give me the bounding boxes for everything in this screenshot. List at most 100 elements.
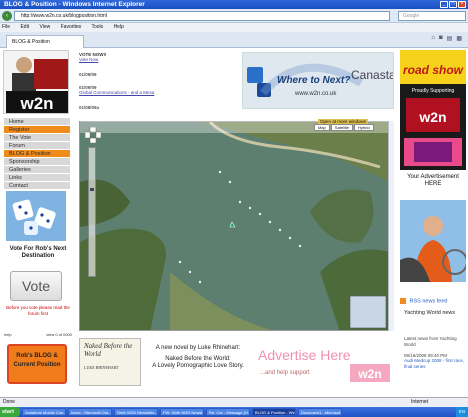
nav-register[interactable]: Register — [4, 126, 70, 134]
nav-the-vote[interactable]: The Vote — [4, 134, 70, 142]
close-icon[interactable]: × — [458, 1, 466, 8]
nav-sponsorship[interactable]: Sponsorship — [4, 158, 70, 166]
advertise-here-banner[interactable]: Advertise Here ...and help support w2n — [252, 340, 392, 386]
roadshow-logo: w2n — [418, 109, 446, 125]
banner-brand: Canasta — [351, 68, 394, 82]
roadshow-sub: Proudly Supporting — [412, 88, 455, 94]
nav-contact[interactable]: Contact — [4, 182, 70, 190]
taskbar-item[interactable]: Inbox - Microsoft Out... — [68, 408, 112, 416]
blog-position-button[interactable]: Rob's BLOG & Current Position — [7, 344, 67, 384]
help-link[interactable]: help — [4, 332, 12, 337]
print-icon[interactable]: ▤ — [447, 35, 453, 42]
feed-icon[interactable]: ◙ — [439, 35, 443, 42]
system-tray[interactable]: EN — [455, 407, 468, 417]
taskbar: start Vodafone Mobile Con... Inbox - Mic… — [0, 407, 468, 417]
vote-note: Before you vote please read the forum fi… — [6, 305, 70, 316]
menu-file[interactable]: File — [2, 24, 10, 30]
tab-label: BLOG & Position — [12, 39, 50, 45]
entry-date: 01/08/09a — [79, 105, 100, 110]
dice-image — [6, 191, 66, 241]
maximize-icon[interactable]: □ — [449, 1, 457, 8]
map-type-selector: Map Satellite Hybrid — [314, 124, 374, 131]
roadshow-banner[interactable]: road show Proudly Supporting w2n — [400, 50, 466, 170]
nav-forum[interactable]: Forum — [4, 142, 70, 150]
where-to-next-banner[interactable]: Where to Next? www.w2n.co.uk Canasta — [242, 52, 394, 109]
minimize-icon[interactable]: _ — [440, 1, 448, 8]
nav-links[interactable]: Links — [4, 174, 70, 182]
map-pan-control[interactable] — [84, 126, 102, 144]
taskbar-item[interactable]: Sixth W2N Newslette... — [114, 408, 158, 416]
menu-favorites[interactable]: Favorites — [61, 24, 82, 30]
banner-text: Where to Next? — [277, 75, 350, 86]
yw-desc: Latest news from Yachting World — [404, 336, 457, 347]
nav-blog-position[interactable]: BLOG & Position — [4, 150, 70, 158]
taskbar-item[interactable]: Document1 - Microsof... — [298, 408, 342, 416]
taskbar-item[interactable]: Vodafone Mobile Con... — [22, 408, 66, 416]
map-type-map[interactable]: Map — [314, 124, 330, 131]
map-zoom-slider[interactable] — [88, 147, 96, 277]
site-nav: Home Register The Vote Forum BLOG & Posi… — [4, 118, 70, 190]
rss-feed-title[interactable]: RSS news feed — [400, 298, 466, 304]
site-logo[interactable]: w2n — [3, 50, 69, 114]
status-bar: Done Internet — [0, 397, 468, 407]
window-title-bar: BLOG & Position - Windows Internet Explo… — [0, 0, 468, 9]
help-count: view 0 of 0000 — [46, 332, 72, 337]
tab-blog-position[interactable]: BLOG & Position — [6, 35, 84, 48]
satellite-map[interactable] — [79, 121, 389, 331]
map-type-satellite[interactable]: Satellite — [330, 124, 354, 131]
window-controls: _ □ × — [440, 1, 466, 8]
rss-label: RSS news feed — [409, 298, 448, 305]
book-title: Naked Before the World — [84, 342, 133, 358]
address-input[interactable]: http://www.w2n.co.uk/blogposition.html — [14, 11, 390, 21]
rss-icon — [400, 298, 406, 304]
search-input[interactable]: Google — [398, 11, 466, 21]
your-ad-placeholder[interactable]: Your Advertisement HERE — [399, 174, 467, 188]
taskbar-item-active[interactable]: BLOG & Position - Win... — [252, 408, 296, 416]
nav-home[interactable]: Home — [4, 118, 70, 126]
roadshow-text: road show — [403, 63, 464, 77]
menu-view[interactable]: View — [39, 24, 50, 30]
advertise-text: Advertise Here — [258, 347, 351, 363]
tab-bar: BLOG & Position ⌂ ◙ ▤ ▦ — [0, 32, 468, 48]
vote-button[interactable]: Vote — [10, 271, 62, 301]
nav-galleries[interactable]: Galleries — [4, 166, 70, 174]
menu-edit[interactable]: Edit — [20, 24, 29, 30]
help-row: help view 0 of 0000 — [4, 332, 72, 337]
novel-line-1: A new novel by Luke Rhinehart: — [155, 345, 241, 351]
menu-tools[interactable]: Tools — [91, 24, 103, 30]
page-icon[interactable]: ▦ — [456, 35, 462, 42]
back-icon[interactable]: ‹ — [2, 11, 12, 21]
status-text: Done — [3, 399, 15, 405]
book-author: LUKE RHINEHART — [84, 365, 119, 370]
vote-now-panel: VOTE NOW!! Vote Now 01/09/09 01/09/09 Gl… — [79, 50, 239, 120]
advertise-logo: w2n — [357, 367, 381, 381]
window-title: BLOG & Position - Windows Internet Explo… — [4, 1, 145, 8]
taskbar-item[interactable]: Re: Car - Message (H... — [206, 408, 250, 416]
vote-heading: Vote For Rob's Next Destination — [9, 246, 67, 259]
logo-text: w2n — [19, 94, 53, 113]
entry-link[interactable]: Global Communications - and a Mesa — [79, 90, 154, 95]
vote-now-link[interactable]: Vote Now — [79, 57, 98, 62]
advertise-sub: ...and help support — [260, 370, 310, 376]
yachting-world-title[interactable]: Yachting World news — [404, 310, 466, 317]
menu-help[interactable]: Help — [114, 24, 124, 30]
novel-promo[interactable]: A new novel by Luke Rhinehart: Naked Bef… — [146, 345, 250, 370]
banner-sub: www.w2n.co.uk — [294, 91, 337, 97]
map-type-hybrid[interactable]: Hybrid — [354, 124, 374, 131]
status-zone: Internet — [411, 399, 428, 405]
entry-date: 01/09/09 — [79, 72, 97, 77]
vote-now-title: VOTE NOW!! — [79, 52, 107, 57]
vertical-scrollbar[interactable] — [388, 121, 394, 331]
yachting-world-desc: Latest news from Yachting World 08/16/20… — [404, 336, 466, 359]
menu-bar: File Edit View Favorites Tools Help — [0, 23, 468, 32]
sailor-photo — [400, 200, 466, 282]
command-bar: ⌂ ◙ ▤ ▦ — [431, 35, 462, 42]
novel-line-2: Naked Before the World: — [165, 356, 231, 362]
address-toolbar: ‹ http://www.w2n.co.uk/blogposition.html… — [0, 9, 468, 23]
book-cover[interactable]: Naked Before the World LUKE RHINEHART — [79, 338, 141, 386]
home-icon[interactable]: ⌂ — [431, 35, 435, 42]
yachting-world-item[interactable]: Audi Medcup 2008 - first race, final ser… — [404, 358, 466, 369]
taskbar-item[interactable]: FW: Sixth W2N Newsl... — [160, 408, 204, 416]
novel-line-3: A Lovely Pornographic Love Story. — [152, 363, 244, 369]
start-button[interactable]: start — [0, 407, 20, 417]
